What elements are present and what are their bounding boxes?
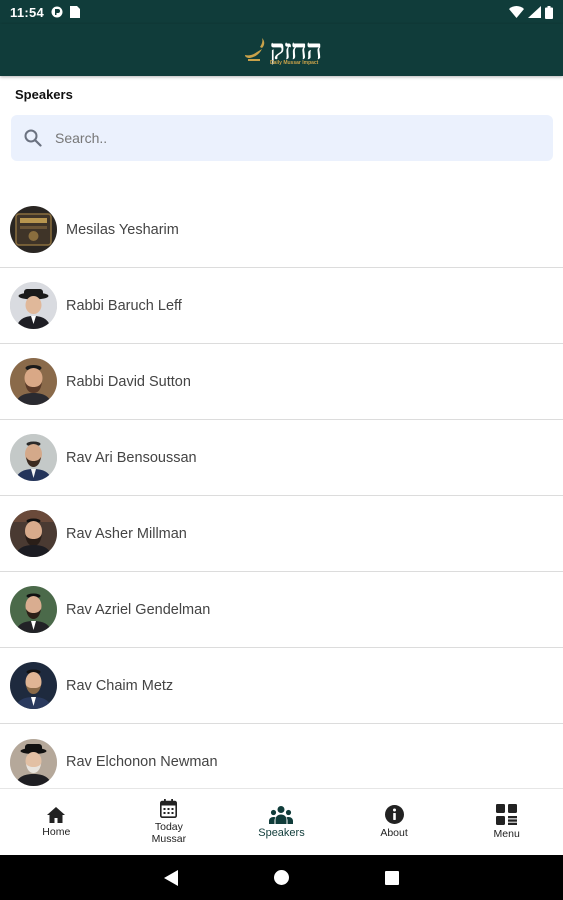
nav-label: Menu — [493, 828, 520, 840]
nav-home[interactable]: Home — [0, 789, 113, 855]
status-time: 11:54 — [10, 4, 45, 20]
speaker-name: Rav Azriel Gendelman — [66, 601, 211, 618]
nav-label: Speakers — [258, 827, 305, 839]
page-title: Speakers — [15, 87, 73, 102]
avatar — [10, 738, 57, 786]
sim-icon — [70, 6, 81, 18]
status-left: 11:54 — [10, 4, 81, 20]
speaker-name: Rav Asher Millman — [66, 525, 187, 542]
nav-label: Today Mussar — [151, 821, 187, 845]
home-circle-icon[interactable] — [274, 870, 289, 885]
home-icon — [47, 806, 66, 823]
nav-menu[interactable]: Menu — [450, 789, 563, 855]
status-right — [509, 5, 553, 19]
logo-subtitle: Daily Mussar Impact — [270, 60, 319, 66]
speaker-name: Rabbi Baruch Leff — [66, 297, 182, 314]
system-nav-bar — [0, 855, 563, 900]
status-bar: 11:54 — [0, 0, 563, 24]
avatar — [10, 434, 57, 481]
avatar — [10, 510, 57, 557]
notification-icon — [51, 6, 63, 18]
nav-about[interactable]: About — [338, 789, 451, 855]
speaker-name: Rav Chaim Metz — [66, 677, 174, 694]
list-item[interactable]: Rabbi David Sutton — [0, 344, 563, 420]
people-icon — [269, 805, 294, 824]
list-item[interactable]: Rav Chaim Metz — [0, 648, 563, 724]
signal-icon — [528, 6, 541, 18]
grid-icon — [496, 804, 518, 825]
avatar — [10, 358, 57, 405]
wifi-icon — [509, 6, 524, 18]
recents-icon[interactable] — [385, 870, 399, 885]
search-input[interactable] — [55, 130, 515, 146]
speaker-name: Rav Ari Bensoussan — [66, 449, 197, 466]
list-item[interactable]: Rav Ari Bensoussan — [0, 420, 563, 496]
list-item[interactable]: Rav Asher Millman — [0, 496, 563, 572]
list-item[interactable]: Mesilas Yesharim — [0, 192, 563, 268]
app-header: החזק Daily Mussar Impact — [0, 24, 563, 76]
nav-label: Home — [42, 825, 71, 838]
avatar — [10, 206, 57, 253]
avatar — [10, 662, 57, 709]
list-item[interactable]: Rav Elchonon Newman — [0, 724, 563, 788]
info-icon — [384, 805, 404, 824]
speaker-name: Rabbi David Sutton — [66, 373, 191, 390]
list-item[interactable]: Rav Azriel Gendelman — [0, 572, 563, 648]
speaker-list: Mesilas Yesharim Rabbi Baruch Leff Rabbi… — [0, 192, 563, 788]
list-item[interactable]: Rabbi Baruch Leff — [0, 268, 563, 344]
nav-speakers[interactable]: Speakers — [225, 789, 338, 855]
search-box[interactable] — [11, 115, 553, 161]
back-icon[interactable] — [164, 869, 178, 886]
search-icon — [24, 129, 42, 147]
bottom-nav: Home Today Mussar Speakers About Menu — [0, 788, 563, 855]
nav-label: About — [380, 827, 408, 839]
calendar-icon — [160, 799, 178, 818]
avatar — [10, 586, 57, 633]
nav-today-mussar[interactable]: Today Mussar — [113, 789, 226, 855]
speaker-name: Mesilas Yesharim — [66, 221, 179, 238]
lamp-icon — [242, 35, 268, 65]
avatar — [10, 282, 57, 329]
battery-icon — [545, 5, 553, 19]
speaker-name: Rav Elchonon Newman — [66, 754, 218, 770]
